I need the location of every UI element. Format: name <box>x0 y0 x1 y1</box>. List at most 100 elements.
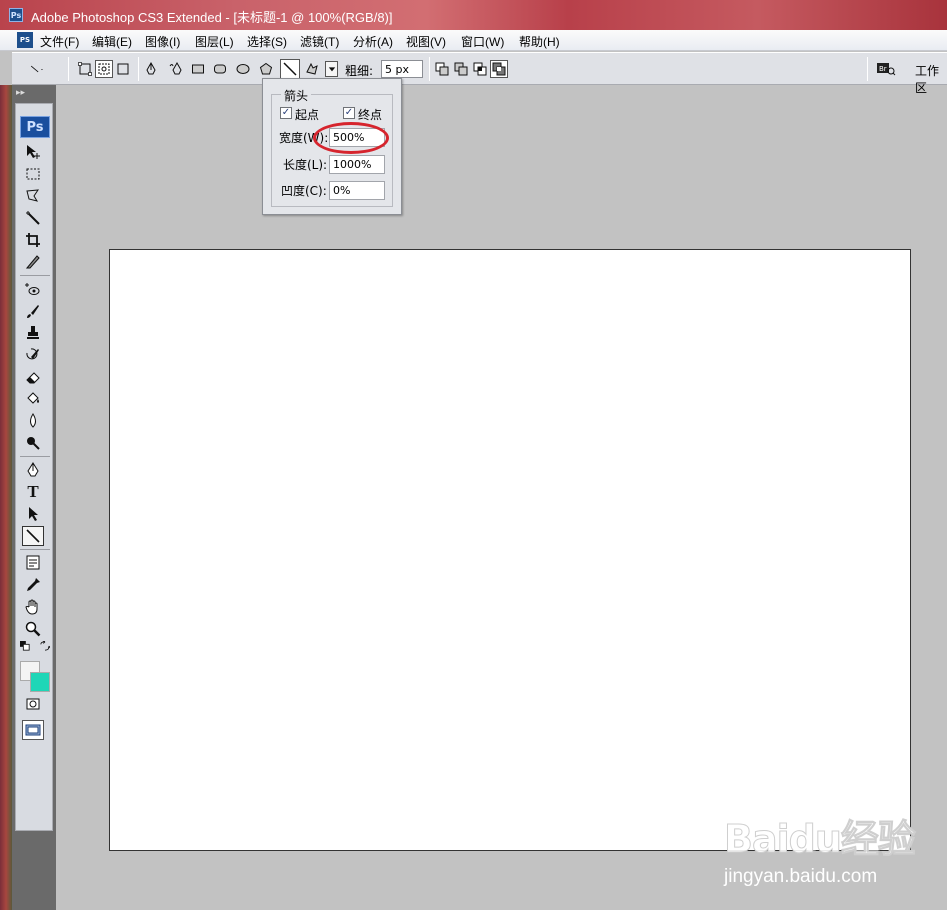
options-bar: 粗细: 5 px Br 工作区 <box>12 52 947 95</box>
rounded-rectangle-icon <box>214 64 226 74</box>
photoshop-app-icon: Ps <box>9 8 23 22</box>
eyedropper-tool[interactable] <box>22 575 44 595</box>
tool-preset-picker[interactable] <box>22 60 52 78</box>
pen-tool-button[interactable] <box>142 60 160 78</box>
menu-view[interactable]: 视图(V) <box>406 33 446 50</box>
toolbox-separator <box>20 456 50 457</box>
rectangle-tool-button[interactable] <box>189 60 207 78</box>
watermark-url: jingyan.baidu.com <box>724 866 878 887</box>
new-shape-layer-icon <box>435 62 449 76</box>
geometry-options-dropdown[interactable] <box>325 61 338 77</box>
polygon-tool-button[interactable] <box>257 60 275 78</box>
marquee-tool[interactable] <box>22 164 44 184</box>
baidu-jingyan-watermark: Baidu经验 jingyan.baidu.com <box>724 806 944 898</box>
brush-icon <box>27 305 39 318</box>
exclude-overlapping-shape-button[interactable] <box>490 60 508 78</box>
rectangular-marquee-icon <box>26 168 40 180</box>
fill-pixels-icon <box>117 63 129 75</box>
menu-select[interactable]: 选择(S) <box>247 33 287 50</box>
add-shape-area-icon <box>454 62 468 76</box>
move-tool[interactable] <box>22 142 44 162</box>
end-checkbox[interactable]: ✓ <box>343 107 355 119</box>
line-tool-button[interactable] <box>280 59 300 79</box>
type-tool[interactable]: T <box>22 482 44 502</box>
dodge-icon <box>27 437 40 450</box>
crop-tool[interactable] <box>22 230 44 250</box>
polygonal-lasso-icon <box>26 189 39 202</box>
toolbox-collapse-handle[interactable]: ▸▸ <box>12 88 56 100</box>
start-label: 起点 <box>295 108 320 122</box>
custom-shape-button[interactable] <box>303 60 321 78</box>
paths-button[interactable] <box>95 60 113 78</box>
clone-stamp-tool[interactable] <box>22 323 44 343</box>
clone-stamp-icon <box>27 326 39 339</box>
dodge-tool[interactable] <box>22 433 44 453</box>
line-tool[interactable] <box>22 526 44 546</box>
menu-analysis[interactable]: 分析(A) <box>353 33 393 50</box>
paint-bucket-tool[interactable] <box>22 389 44 409</box>
spot-healing-tool[interactable] <box>22 279 44 299</box>
separator <box>867 57 868 81</box>
zoom-tool[interactable] <box>22 619 44 639</box>
type-t-icon: T <box>27 482 39 501</box>
document-menu-icon[interactable]: PS <box>17 32 33 48</box>
blur-tool[interactable] <box>22 411 44 431</box>
swap-colors-button[interactable] <box>38 640 52 652</box>
slice-tool[interactable] <box>22 252 44 272</box>
intersect-shape-areas-button[interactable] <box>471 60 489 78</box>
path-selection-arrow-icon <box>29 507 38 521</box>
line-tool-preset-icon <box>30 65 43 73</box>
toolbox-separator <box>20 275 50 276</box>
polygon-icon <box>259 62 273 75</box>
toolbox: ▸▸ Ps T <box>12 85 56 910</box>
window-frame-edge <box>0 85 12 910</box>
document-canvas[interactable] <box>109 249 911 851</box>
default-colors-button[interactable] <box>18 640 32 652</box>
history-brush-tool[interactable] <box>22 345 44 365</box>
background-color-swatch[interactable] <box>30 672 50 692</box>
lasso-tool[interactable] <box>22 186 44 206</box>
rounded-rectangle-button[interactable] <box>211 60 229 78</box>
screen-mode-icon <box>25 724 41 736</box>
notes-tool[interactable] <box>22 553 44 573</box>
workspace-button[interactable]: 工作区 <box>915 62 947 96</box>
blur-drop-icon <box>30 413 36 428</box>
menu-help[interactable]: 帮助(H) <box>519 33 560 50</box>
toolbox-separator <box>20 549 50 550</box>
weight-input[interactable]: 5 px <box>381 60 423 78</box>
end-label: 终点 <box>358 108 383 122</box>
bridge-button[interactable]: Br <box>874 60 898 78</box>
create-new-shape-layer-button[interactable] <box>433 60 451 78</box>
path-selection-tool[interactable] <box>22 504 44 524</box>
rectangle-icon <box>192 64 204 74</box>
concavity-input[interactable]: 0% <box>329 181 385 200</box>
start-checkbox[interactable]: ✓ <box>280 107 292 119</box>
eraser-tool[interactable] <box>22 367 44 387</box>
svg-text:Br: Br <box>879 65 887 73</box>
screen-mode-button[interactable] <box>22 720 44 740</box>
separator <box>429 57 430 81</box>
ps-logo[interactable]: Ps <box>20 116 50 138</box>
menu-edit[interactable]: 编辑(E) <box>92 33 132 50</box>
menu-filter[interactable]: 滤镜(T) <box>300 33 339 50</box>
hand-tool[interactable] <box>22 597 44 617</box>
magic-wand-tool[interactable] <box>22 208 44 228</box>
weight-label: 粗细: <box>345 64 374 78</box>
menu-layer[interactable]: 图层(L) <box>195 33 234 50</box>
add-to-shape-area-button[interactable] <box>452 60 470 78</box>
fill-pixels-button[interactable] <box>114 60 132 78</box>
length-input[interactable]: 1000% <box>329 155 385 174</box>
exclude-shape-icon <box>492 62 506 76</box>
menu-file[interactable]: 文件(F) <box>40 33 79 50</box>
magic-wand-icon <box>26 211 40 225</box>
eyedropper-icon <box>27 578 40 591</box>
pen-tool[interactable] <box>22 460 44 480</box>
shape-layers-button[interactable] <box>76 60 94 78</box>
freeform-pen-button[interactable] <box>167 60 185 78</box>
brush-tool[interactable] <box>22 301 44 321</box>
menu-image[interactable]: 图像(I) <box>145 33 180 50</box>
quick-mask-button[interactable] <box>22 694 44 714</box>
annotation-red-circle <box>313 122 389 154</box>
menu-window[interactable]: 窗口(W) <box>461 33 504 50</box>
ellipse-tool-button[interactable] <box>234 60 252 78</box>
